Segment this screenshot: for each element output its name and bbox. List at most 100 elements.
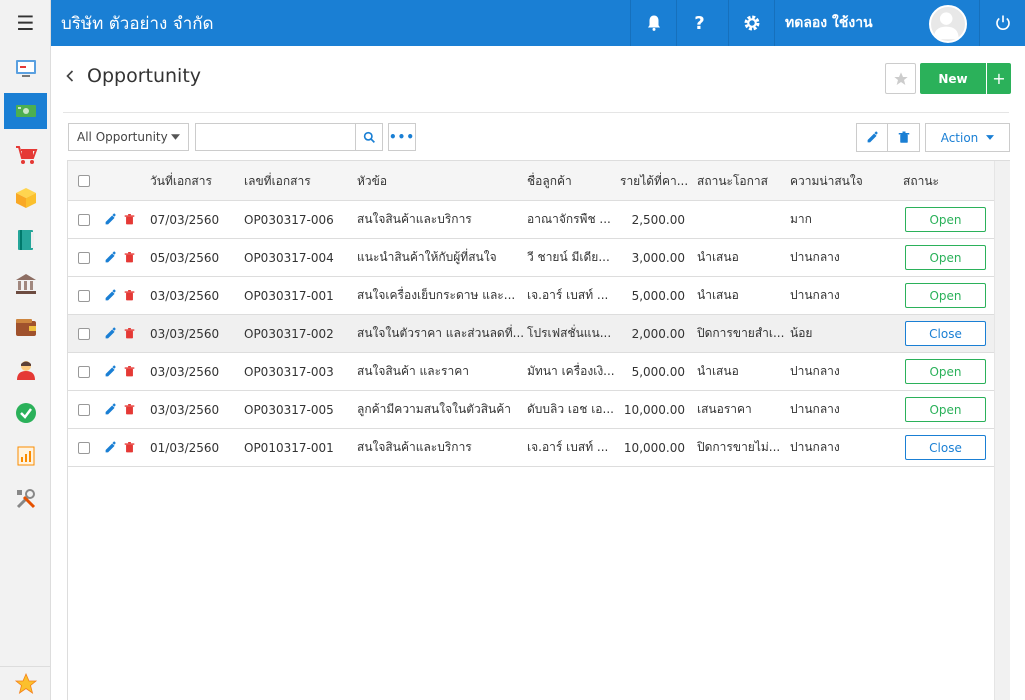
user-name-label: ทดลอง ใช้งาน <box>785 15 873 31</box>
cell-doc-no: OP030317-004 <box>244 250 334 265</box>
cell-interest: ปานกลาง <box>790 364 840 378</box>
row-checkbox[interactable] <box>78 315 90 352</box>
row-delete-trash-icon[interactable] <box>124 353 135 390</box>
filter-select-value: All Opportunity <box>77 130 168 144</box>
cell-opp-status: นำเสนอ <box>697 288 739 302</box>
column-header-interest[interactable]: ความน่าสนใจ <box>790 161 880 201</box>
cell-subject: สนใจเครื่องเย็บกระดาษ และ... <box>357 288 516 302</box>
cell-subject: แนะนำสินค้าให้กับผู้ที่สนใจ <box>357 250 497 264</box>
row-edit-pencil-icon[interactable] <box>104 239 117 276</box>
app-window: ☰ บริษัท ตัวอย่าง จำกัด ? ทดลอง ใช้งาน O… <box>0 0 1025 700</box>
action-dropdown-button[interactable]: Action <box>925 123 1010 152</box>
row-delete-trash-icon[interactable] <box>124 201 135 238</box>
table-row[interactable]: 03/03/2560 OP030317-002 สนใจในตัวราคา และส… <box>68 315 994 353</box>
row-checkbox[interactable] <box>78 201 90 238</box>
table-row[interactable]: 01/03/2560 OP010317-001 สนใจสินค้าและบริกา… <box>68 429 994 467</box>
row-delete-trash-icon[interactable] <box>124 239 135 276</box>
column-header-doc-no[interactable]: เลขที่เอกสาร <box>244 161 352 201</box>
status-button[interactable]: Open <box>905 283 986 308</box>
cell-opp-status: ปิดการขายไม่... <box>697 440 781 454</box>
dashboard-icon[interactable] <box>4 50 47 86</box>
more-options-icon[interactable]: ••• <box>388 123 416 151</box>
favorites-star-icon[interactable] <box>0 666 51 700</box>
cell-interest: น้อย <box>790 326 813 340</box>
cell-revenue: 5,000.00 <box>631 288 685 303</box>
row-checkbox[interactable] <box>78 391 90 428</box>
company-name: บริษัท ตัวอย่าง จำกัด <box>61 14 214 34</box>
chevron-down-icon <box>171 134 180 140</box>
gear-icon[interactable] <box>728 0 774 46</box>
edit-pencil-icon[interactable] <box>856 123 888 152</box>
power-icon[interactable] <box>979 0 1025 46</box>
status-button[interactable]: Open <box>905 207 986 232</box>
cell-date: 07/03/2560 <box>150 212 220 227</box>
status-button[interactable]: Open <box>905 359 986 384</box>
cell-interest: ปานกลาง <box>790 288 840 302</box>
table-row[interactable]: 03/03/2560 OP030317-005 ลูกค้ามีความสนใจใน… <box>68 391 994 429</box>
cell-interest: ปานกลาง <box>790 440 840 454</box>
row-checkbox[interactable] <box>78 239 90 276</box>
row-delete-trash-icon[interactable] <box>124 277 135 314</box>
vertical-scrollbar[interactable] <box>994 161 1010 700</box>
cell-date: 03/03/2560 <box>150 402 220 417</box>
column-header-date[interactable]: วันที่เอกสาร <box>150 161 240 201</box>
new-button[interactable]: New <box>920 63 986 94</box>
report-icon[interactable] <box>4 438 47 474</box>
column-header-subject[interactable]: หัวข้อ <box>357 161 522 201</box>
back-chevron-icon[interactable] <box>65 68 75 87</box>
row-edit-pencil-icon[interactable] <box>104 353 117 390</box>
box-icon[interactable] <box>4 180 47 216</box>
column-header-status[interactable]: สถานะ <box>903 161 983 201</box>
table-row[interactable]: 07/03/2560 OP030317-006 สนใจสินค้าและบริกา… <box>68 201 994 239</box>
add-plus-button[interactable]: + <box>987 63 1011 94</box>
table-row[interactable]: 03/03/2560 OP030317-003 สนใจสินค้า และราคา… <box>68 353 994 391</box>
cell-opp-status: นำเสนอ <box>697 364 739 378</box>
row-edit-pencil-icon[interactable] <box>104 315 117 352</box>
cell-subject: สนใจสินค้า และราคา <box>357 364 470 378</box>
row-edit-pencil-icon[interactable] <box>104 429 117 466</box>
search-input[interactable] <box>195 123 356 151</box>
select-all-checkbox[interactable] <box>78 161 90 201</box>
row-edit-pencil-icon[interactable] <box>104 391 117 428</box>
row-edit-pencil-icon[interactable] <box>104 201 117 238</box>
row-checkbox[interactable] <box>78 277 90 314</box>
cell-date: 03/03/2560 <box>150 326 220 341</box>
column-header-revenue[interactable]: รายได้ที่คา... <box>620 161 692 201</box>
row-delete-trash-icon[interactable] <box>124 315 135 352</box>
book-icon[interactable] <box>4 222 47 258</box>
table-row[interactable]: 05/03/2560 OP030317-004 แนะนำสินค้าให้กับผ… <box>68 239 994 277</box>
row-edit-pencil-icon[interactable] <box>104 277 117 314</box>
cell-doc-no: OP010317-001 <box>244 440 334 455</box>
cell-doc-no: OP030317-006 <box>244 212 334 227</box>
search-icon[interactable] <box>355 123 383 151</box>
table-row[interactable]: 03/03/2560 OP030317-001 สนใจเครื่องเย็บกระ… <box>68 277 994 315</box>
row-checkbox[interactable] <box>78 353 90 390</box>
status-button[interactable]: Close <box>905 321 986 346</box>
check-icon[interactable] <box>4 395 47 431</box>
status-button[interactable]: Open <box>905 397 986 422</box>
cart-icon[interactable] <box>4 137 47 173</box>
cell-customer: ดับบลิว เอช เอ... <box>527 402 614 416</box>
row-delete-trash-icon[interactable] <box>124 429 135 466</box>
cell-revenue: 10,000.00 <box>623 402 685 417</box>
bank-icon[interactable] <box>4 266 47 302</box>
filter-select[interactable]: All Opportunity <box>68 123 189 151</box>
money-icon[interactable] <box>4 93 47 129</box>
tools-icon[interactable] <box>4 481 47 517</box>
row-checkbox[interactable] <box>78 429 90 466</box>
hamburger-menu-icon[interactable]: ☰ <box>0 0 51 46</box>
bell-icon[interactable] <box>630 0 676 46</box>
status-button[interactable]: Close <box>905 435 986 460</box>
status-button[interactable]: Open <box>905 245 986 270</box>
cell-revenue: 2,000.00 <box>631 326 685 341</box>
cell-doc-no: OP030317-003 <box>244 364 334 379</box>
row-delete-trash-icon[interactable] <box>124 391 135 428</box>
help-icon[interactable]: ? <box>676 0 722 46</box>
contacts-icon[interactable] <box>4 352 47 388</box>
wallet-icon[interactable] <box>4 309 47 345</box>
delete-trash-icon[interactable] <box>888 123 920 152</box>
avatar[interactable] <box>929 5 967 43</box>
favorite-star-icon[interactable] <box>885 63 916 94</box>
column-header-opp-status[interactable]: สถานะโอกาส <box>697 161 785 201</box>
column-header-customer[interactable]: ชื่อลูกค้า <box>527 161 612 201</box>
